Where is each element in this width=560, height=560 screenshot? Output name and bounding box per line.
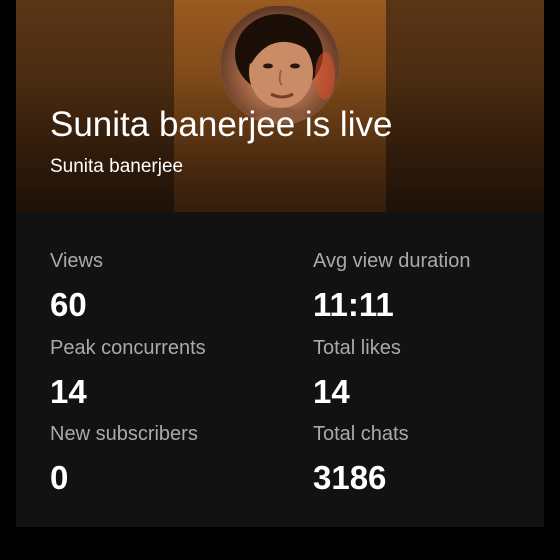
stat-value: 14 — [50, 373, 87, 410]
stat-value: 14 — [313, 373, 350, 410]
stat-value: 0 — [50, 459, 69, 496]
stat-views: Views 60 — [50, 249, 280, 325]
stat-new-subscribers: New subscribers 0 — [50, 422, 280, 498]
stat-total-chats: Total chats 3186 — [313, 422, 543, 498]
channel-name[interactable]: Sunita banerjee — [50, 155, 183, 179]
stat-label: Views — [50, 250, 103, 272]
stat-label: Total likes — [313, 337, 401, 359]
stream-header: Sunita banerjee is live Sunita banerjee — [16, 0, 544, 212]
stat-label: Peak concurrents — [50, 337, 206, 359]
stat-total-likes: Total likes 14 — [313, 336, 543, 412]
stat-value: 3186 — [313, 459, 387, 496]
stream-title: Sunita banerjee is live — [50, 105, 393, 144]
stat-value: 11:11 — [313, 286, 394, 323]
stat-avg-view-duration: Avg view duration 11:11 — [313, 249, 543, 325]
stat-label: New subscribers — [50, 423, 198, 445]
live-stream-summary-card: Sunita banerjee is live Sunita banerjee … — [16, 0, 544, 527]
stream-stats-panel: Views 60 Avg view duration 11:11 Peak co… — [16, 212, 544, 527]
stat-peak-concurrents: Peak concurrents 14 — [50, 336, 280, 412]
stat-value: 60 — [50, 286, 87, 323]
stat-label: Total chats — [313, 423, 409, 445]
live-summary-screen: Sunita banerjee is live Sunita banerjee … — [0, 0, 560, 560]
stat-label: Avg view duration — [313, 250, 471, 272]
